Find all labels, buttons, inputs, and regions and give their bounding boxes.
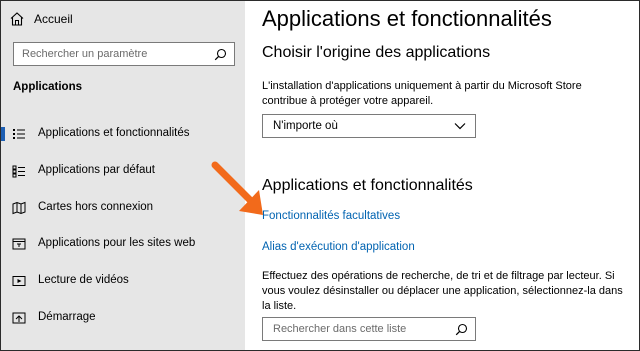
sidebar-item-apps-features[interactable]: Applications et fonctionnalités xyxy=(1,121,245,147)
chevron-down-icon xyxy=(454,123,466,130)
exec-alias-link[interactable]: Alias d'exécution d'application xyxy=(262,241,415,253)
annotation-arrow-icon xyxy=(211,161,263,215)
sidebar-item-startup[interactable]: Démarrage xyxy=(1,305,245,331)
apps-features-heading: Applications et fonctionnalités xyxy=(262,177,473,194)
search-icon xyxy=(455,323,468,335)
sidebar-item-video-playback[interactable]: Lecture de vidéos xyxy=(1,268,245,294)
startup-icon xyxy=(12,312,26,324)
default-apps-icon xyxy=(12,165,25,178)
search-icon xyxy=(214,48,227,60)
website-apps-icon xyxy=(12,238,26,250)
app-origin-select[interactable]: N'importe où xyxy=(262,114,476,138)
settings-window: Accueil Rechercher un paramètre Applicat… xyxy=(0,0,640,351)
home-icon xyxy=(10,12,24,26)
optional-features-link[interactable]: Fonctionnalités facultatives xyxy=(262,210,400,222)
sidebar-item-label: Applications par défaut xyxy=(38,164,155,176)
origin-description: L'installation d'applications uniquement… xyxy=(262,80,582,107)
map-icon xyxy=(12,201,26,215)
list-icon xyxy=(13,129,25,139)
search-placeholder: Rechercher un paramètre xyxy=(22,48,148,60)
sidebar-item-label: Lecture de vidéos xyxy=(38,274,129,286)
app-list-search-input[interactable]: Rechercher dans cette liste xyxy=(262,317,476,341)
home-link[interactable]: Accueil xyxy=(9,9,73,29)
home-label: Accueil xyxy=(34,12,73,26)
video-icon xyxy=(12,276,26,286)
sidebar-item-label: Cartes hors connexion xyxy=(38,201,154,213)
sidebar-item-label: Applications et fonctionnalités xyxy=(38,127,190,139)
search-description: Effectuez des opérations de recherche, d… xyxy=(262,270,623,312)
sidebar-section-title: Applications xyxy=(13,81,83,93)
sidebar-item-label: Démarrage xyxy=(38,311,96,323)
settings-search-input[interactable]: Rechercher un paramètre xyxy=(13,42,235,66)
active-indicator xyxy=(1,127,5,141)
list-search-placeholder: Rechercher dans cette liste xyxy=(273,323,407,335)
origin-heading: Choisir l'origine des applications xyxy=(262,44,491,61)
select-value: N'importe où xyxy=(273,120,338,132)
main-content: Applications et fonctionnalités Choisir … xyxy=(245,1,639,350)
page-title: Applications et fonctionnalités xyxy=(262,6,552,31)
sidebar-item-label: Applications pour les sites web xyxy=(38,237,196,249)
sidebar-item-website-apps[interactable]: Applications pour les sites web xyxy=(1,231,245,257)
